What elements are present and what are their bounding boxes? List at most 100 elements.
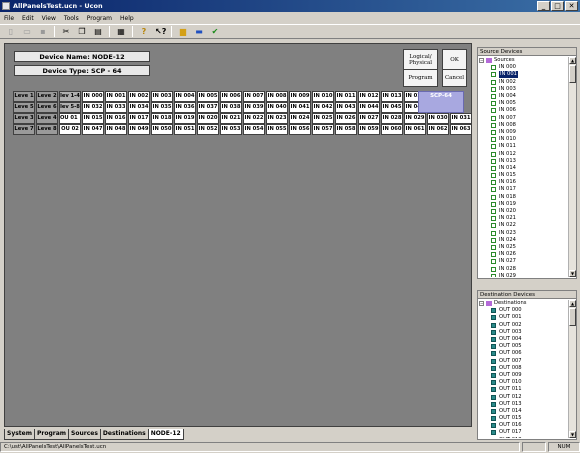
source-item[interactable]: IN 022 (479, 222, 568, 229)
tab-destinations[interactable]: Destinations (99, 429, 149, 440)
source-button[interactable]: IN 045 (381, 102, 403, 113)
level-range-5-8[interactable]: lev 5-8 (59, 102, 81, 113)
destination-item[interactable]: OUT 017 (479, 429, 568, 436)
collapse-icon[interactable]: − (479, 58, 484, 64)
open-icon[interactable]: ▭ (22, 27, 32, 37)
source-button[interactable]: IN 013 (381, 91, 403, 102)
source-button[interactable]: IN 063 (450, 124, 472, 135)
collapse-icon[interactable]: − (479, 301, 484, 307)
scp-64-badge[interactable]: SCP-64 (418, 91, 464, 113)
source-button[interactable]: IN 043 (335, 102, 357, 113)
source-item[interactable]: IN 025 (479, 244, 568, 251)
source-button[interactable]: IN 044 (358, 102, 380, 113)
destination-item[interactable]: OUT 007 (479, 358, 568, 365)
source-button[interactable]: IN 060 (381, 124, 403, 135)
source-button[interactable]: IN 033 (105, 102, 127, 113)
source-button[interactable]: IN 028 (381, 113, 403, 124)
scroll-thumb[interactable] (569, 308, 576, 326)
source-button[interactable]: IN 000 (82, 91, 104, 102)
source-button[interactable]: IN 001 (105, 91, 127, 102)
source-item[interactable]: IN 007 (479, 115, 568, 122)
menu-edit[interactable]: Edit (22, 15, 34, 22)
menu-program[interactable]: Program (87, 15, 112, 22)
source-button[interactable]: IN 016 (105, 113, 127, 124)
source-item[interactable]: IN 017 (479, 186, 568, 193)
source-button[interactable]: IN 030 (427, 113, 449, 124)
source-button[interactable]: IN 012 (358, 91, 380, 102)
source-item[interactable]: IN 018 (479, 194, 568, 201)
source-item[interactable]: IN 002 (479, 79, 568, 86)
source-item[interactable]: IN 012 (479, 150, 568, 157)
source-item[interactable]: IN 019 (479, 201, 568, 208)
destination-item[interactable]: OUT 001 (479, 314, 568, 321)
source-button[interactable]: IN 058 (335, 124, 357, 135)
output-01-button[interactable]: OU 01 (lev) (59, 113, 81, 124)
level-4-button[interactable]: Leve 4 (36, 113, 58, 124)
source-button[interactable]: IN 019 (174, 113, 196, 124)
source-button[interactable]: IN 052 (197, 124, 219, 135)
source-item[interactable]: IN 021 (479, 215, 568, 222)
cancel-button[interactable]: Cancel (442, 69, 467, 87)
source-button[interactable]: IN 036 (174, 102, 196, 113)
destination-item[interactable]: OUT 015 (479, 415, 568, 422)
source-button[interactable]: IN 015 (82, 113, 104, 124)
destination-item[interactable]: OUT 005 (479, 343, 568, 350)
tab-program[interactable]: Program (34, 429, 70, 440)
source-button[interactable]: IN 035 (151, 102, 173, 113)
source-button[interactable]: IN 003 (151, 91, 173, 102)
destination-item[interactable]: OUT 006 (479, 350, 568, 357)
source-button[interactable]: IN 050 (151, 124, 173, 135)
source-button[interactable]: IN 051 (174, 124, 196, 135)
cut-icon[interactable]: ✂ (61, 27, 71, 37)
source-button[interactable]: IN 049 (128, 124, 150, 135)
source-item[interactable]: IN 006 (479, 107, 568, 114)
tab-system[interactable]: System (4, 429, 35, 440)
level-2-button[interactable]: Leve 2 (36, 91, 58, 102)
level-1-button[interactable]: Leve 1 (13, 91, 35, 102)
source-item[interactable]: IN 013 (479, 158, 568, 165)
program-button[interactable]: Program (403, 69, 438, 87)
source-item[interactable]: IN 029 (479, 273, 568, 277)
source-button[interactable]: IN 008 (266, 91, 288, 102)
source-item[interactable]: IN 005 (479, 100, 568, 107)
source-item[interactable]: IN 020 (479, 208, 568, 215)
source-button[interactable]: IN 021 (220, 113, 242, 124)
source-item[interactable]: IN 014 (479, 165, 568, 172)
source-button[interactable]: IN 056 (289, 124, 311, 135)
source-button[interactable]: IN 031 (450, 113, 472, 124)
print-icon[interactable]: ▦ (116, 27, 126, 37)
source-item[interactable]: IN 024 (479, 237, 568, 244)
source-item[interactable]: IN 023 (479, 230, 568, 237)
source-button[interactable]: IN 010 (312, 91, 334, 102)
source-item[interactable]: IN 003 (479, 86, 568, 93)
source-item[interactable]: IN 027 (479, 258, 568, 265)
source-button[interactable]: IN 059 (358, 124, 380, 135)
menu-help[interactable]: Help (120, 15, 134, 22)
source-button[interactable]: IN 006 (220, 91, 242, 102)
destination-item[interactable]: OUT 003 (479, 329, 568, 336)
tab-sources[interactable]: Sources (68, 429, 101, 440)
source-item[interactable]: IN 016 (479, 179, 568, 186)
source-button[interactable]: IN 024 (289, 113, 311, 124)
destination-item[interactable]: OUT 011 (479, 386, 568, 393)
source-item[interactable]: IN 004 (479, 93, 568, 100)
source-item[interactable]: IN 028 (479, 265, 568, 272)
folder-icon[interactable]: ▆ (178, 27, 188, 37)
save-icon[interactable]: ▪ (38, 27, 48, 37)
source-button[interactable]: IN 017 (128, 113, 150, 124)
source-button[interactable]: IN 048 (105, 124, 127, 135)
source-item[interactable]: IN 001 (479, 71, 568, 79)
source-button[interactable]: IN 041 (289, 102, 311, 113)
destination-item[interactable]: OUT 002 (479, 322, 568, 329)
level-3-button[interactable]: Leve 3 (13, 113, 35, 124)
destination-root-node[interactable]: − Destinations (479, 300, 568, 307)
scroll-up-icon[interactable]: ▲ (569, 300, 576, 307)
copy-icon[interactable]: ❐ (77, 27, 87, 37)
destination-item[interactable]: OUT 004 (479, 336, 568, 343)
destination-item[interactable]: OUT 012 (479, 393, 568, 400)
destination-item[interactable]: OUT 009 (479, 372, 568, 379)
ok-button[interactable]: OK (442, 49, 467, 70)
destination-scrollbar[interactable]: ▲ ▼ (568, 300, 576, 438)
source-button[interactable]: IN 042 (312, 102, 334, 113)
source-item[interactable]: IN 008 (479, 122, 568, 129)
